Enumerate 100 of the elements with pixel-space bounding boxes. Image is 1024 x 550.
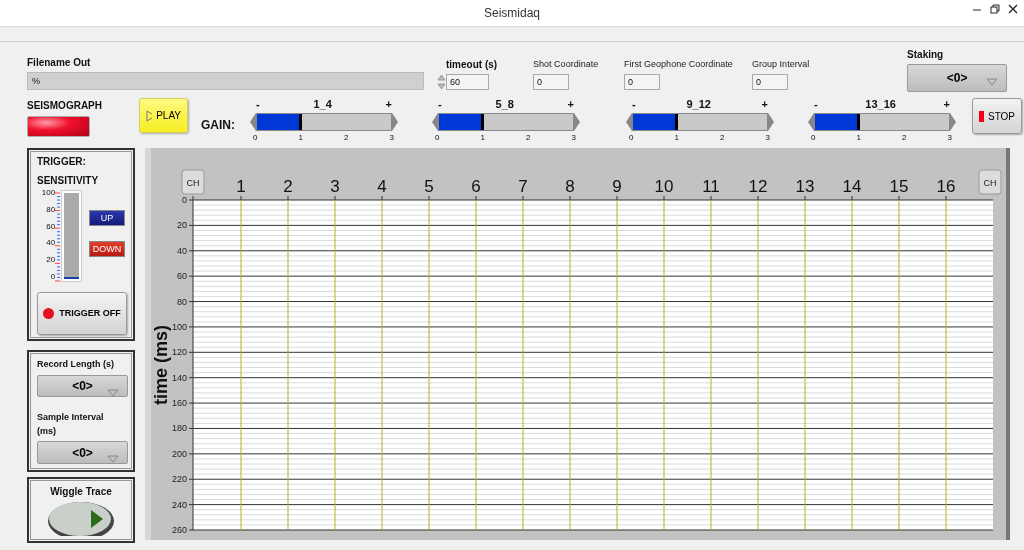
toggle-button[interactable] <box>46 499 116 536</box>
increment-arrow-icon[interactable] <box>950 113 956 131</box>
tick-label: 3 <box>947 132 952 143</box>
panel-title: TRIGGER: <box>37 155 87 169</box>
scale-label: 20 <box>46 256 56 265</box>
decrement-arrow-icon[interactable] <box>808 113 814 131</box>
channel-label: 4 <box>377 177 387 196</box>
caret-icon <box>986 78 999 86</box>
channel-button[interactable]: CH <box>181 169 205 195</box>
tick-label: 3 <box>571 132 576 143</box>
caret-icon <box>107 388 119 397</box>
trigger-button[interactable]: TRIGGER OFF <box>37 292 127 335</box>
stop-icon <box>979 110 984 122</box>
caret-icon <box>107 455 119 464</box>
channel-label: 1 <box>236 177 246 196</box>
channel-label: 10 <box>654 177 674 196</box>
tick-label: 2 <box>720 132 725 143</box>
axis-title: time (ms) <box>151 325 171 405</box>
channel-label: 9 <box>612 177 622 196</box>
dropdown[interactable]: <0> <box>37 374 128 398</box>
down-button[interactable]: DOWN <box>89 241 125 257</box>
channel-button[interactable]: CH <box>978 169 1002 195</box>
increment-arrow-icon[interactable] <box>392 113 398 131</box>
scale-label: 80 <box>46 205 56 214</box>
tick-label: 140 <box>171 372 187 383</box>
channel-label: 13 <box>795 177 815 196</box>
close-icon[interactable] <box>1008 4 1018 14</box>
restore-icon[interactable] <box>990 4 1000 14</box>
number-field[interactable]: 0 <box>752 74 789 90</box>
channel-label: 16 <box>936 177 956 196</box>
tick-label: 0 <box>182 195 187 205</box>
tick-label: 0 <box>811 132 816 143</box>
decrement-arrow-icon[interactable] <box>250 113 256 131</box>
field-label: First Geophone Coordinate <box>624 58 734 71</box>
minus-label: - <box>256 98 260 112</box>
window-title: Seismidaq <box>484 5 540 22</box>
field-label: Shot Coordinate <box>533 58 600 71</box>
minus-label: - <box>632 98 636 112</box>
tick-label: 20 <box>177 220 187 231</box>
play-icon <box>146 109 153 122</box>
tick-label: 1 <box>298 132 303 143</box>
path-field[interactable]: % <box>27 72 424 90</box>
tick-label: 1 <box>674 132 679 143</box>
field-label: Record Length (s) <box>37 358 115 371</box>
plus-label: + <box>385 98 392 112</box>
scale-label: 60 <box>46 222 56 231</box>
up-button[interactable]: UP <box>89 210 125 226</box>
tick-label: 0 <box>253 132 258 143</box>
slider-label: 13_16 <box>865 98 896 112</box>
increment-arrow-icon[interactable] <box>574 113 580 131</box>
field-label: Filename Out <box>27 55 92 70</box>
channel-label: 5 <box>424 177 434 196</box>
channel-label: 6 <box>471 177 481 196</box>
number-field[interactable]: 0 <box>624 74 661 90</box>
field-label: Sample Interval (ms) <box>37 411 105 438</box>
channel-label: 8 <box>565 177 575 196</box>
play-button[interactable]: PLAY <box>139 98 188 133</box>
tick-label: 1 <box>856 132 861 143</box>
dropdown[interactable]: <0> <box>907 64 1008 92</box>
channel-label: 3 <box>330 177 340 196</box>
channel-label: 15 <box>889 177 909 196</box>
dropdown[interactable]: <0> <box>37 441 128 464</box>
channel-label: 14 <box>842 177 862 196</box>
plus-label: + <box>761 98 768 112</box>
tick-label: 80 <box>177 296 187 307</box>
slider-label: 1_4 <box>313 98 332 112</box>
gain-label: GAIN: <box>201 117 235 134</box>
tick-label: 180 <box>171 423 187 434</box>
increment-arrow-icon[interactable] <box>768 113 774 131</box>
tick-label: 2 <box>902 132 907 143</box>
scale-label: 100 <box>41 189 56 197</box>
tick-label: 2 <box>344 132 349 143</box>
minus-label: - <box>438 98 442 112</box>
stop-button[interactable]: STOP <box>972 98 1022 134</box>
tick-label: 220 <box>171 474 187 485</box>
decrement-arrow-icon[interactable] <box>626 113 632 131</box>
channel-label: 7 <box>518 177 528 196</box>
plus-label: + <box>567 98 574 112</box>
decrement-arrow-icon[interactable] <box>432 113 438 131</box>
tick-label: 260 <box>171 525 187 535</box>
tick-label: 2 <box>526 132 531 143</box>
channel-label: 11 <box>702 177 720 196</box>
tick-label: 120 <box>171 347 187 358</box>
field-label: Staking <box>907 47 945 62</box>
led-label: SEISMOGRAPH <box>27 99 102 113</box>
plus-label: + <box>943 98 950 112</box>
number-field[interactable]: 60 <box>446 74 489 90</box>
channel-label: 2 <box>283 177 293 196</box>
number-field[interactable]: 0 <box>533 74 570 90</box>
tick-label: 3 <box>389 132 394 143</box>
tick-label: 0 <box>629 132 634 143</box>
channel-label: 12 <box>748 177 768 196</box>
tick-label: 60 <box>177 271 187 282</box>
panel-subtitle: SENSITIVITY <box>37 174 100 188</box>
slider-label: 9_12 <box>686 98 711 112</box>
scale-label: 40 <box>46 239 56 248</box>
indicator-light <box>43 308 55 319</box>
tick-label: 40 <box>177 245 187 256</box>
tick-label: 240 <box>171 499 187 510</box>
field-label: Group Interval <box>752 58 811 71</box>
